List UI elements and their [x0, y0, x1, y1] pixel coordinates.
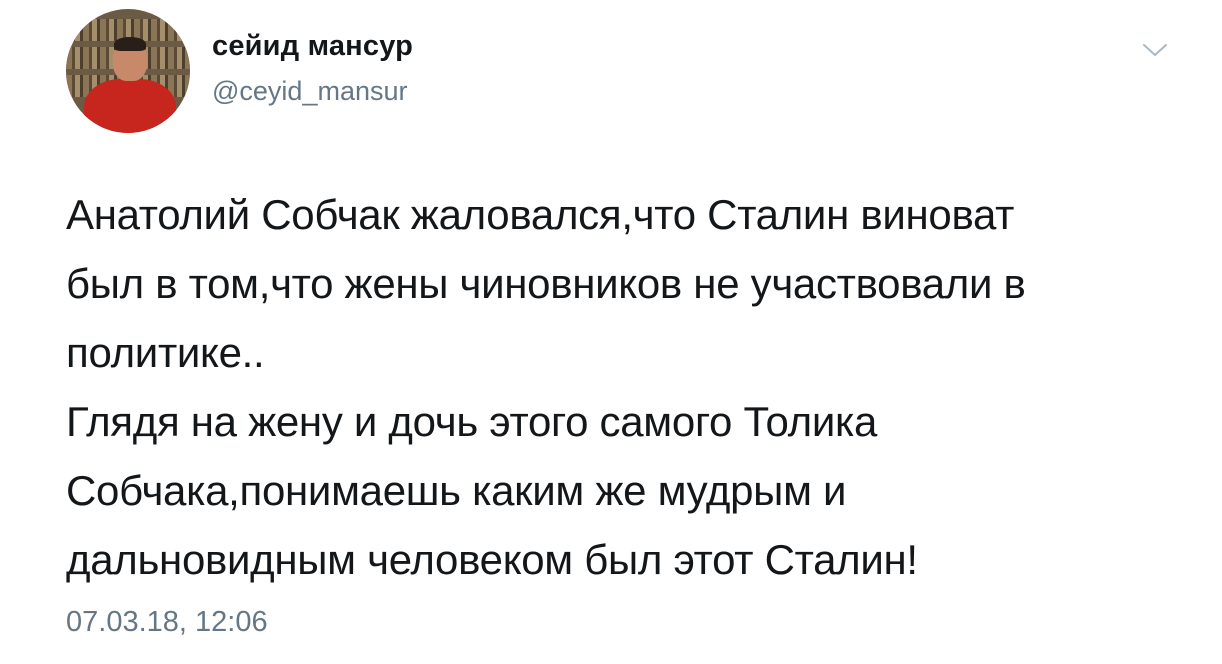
avatar-figure-body	[84, 79, 176, 133]
tweet-text-line: политике..	[66, 329, 265, 376]
author-handle[interactable]: @ceyid_mansur	[212, 76, 408, 107]
tweet-text: Анатолий Собчак жаловался,что Сталин вин…	[66, 180, 1176, 594]
tweet-timestamp[interactable]: 07.03.18, 12:06	[66, 606, 268, 639]
avatar[interactable]	[66, 9, 190, 133]
tweet-text-line: Глядя на жену и дочь этого самого Толика	[66, 398, 878, 445]
tweet-text-line: Анатолий Собчак жаловался,что Сталин вин…	[66, 191, 1015, 238]
tweet-text-line: Собчака,понимаешь каким же мудрым и	[66, 467, 847, 514]
avatar-figure-hair	[114, 37, 146, 51]
chevron-down-icon[interactable]	[1140, 38, 1170, 62]
tweet-card: сейид мансур @ceyid_mansur Анатолий Собч…	[0, 0, 1222, 664]
author-display-name[interactable]: сейид мансур	[212, 30, 413, 63]
tweet-text-line: был в том,что жены чиновников не участво…	[66, 260, 1026, 307]
tweet-text-line: дальновидным человеком был этот Сталин!	[66, 536, 918, 583]
